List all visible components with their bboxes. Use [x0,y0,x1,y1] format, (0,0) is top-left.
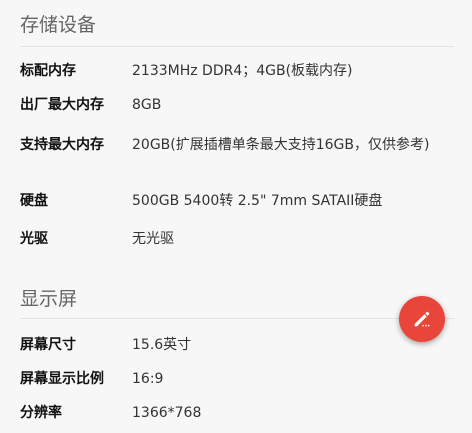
spec-label: 硬盘 [20,193,48,209]
spec-label: 屏幕尺寸 [20,337,76,353]
spec-value: 20GB(扩展插槽单条最大支持16GB，仅供参考) [132,137,430,153]
section-title-storage: 存储设备 [20,14,97,36]
spec-value: 8GB [132,97,162,113]
spec-label: 分辨率 [20,405,62,421]
spec-row-standard-memory: 标配内存 2133MHz DDR4；4GB(板载内存) [20,60,454,82]
section-divider [20,46,454,47]
section-title-display: 显示屏 [20,288,78,310]
spec-row-factory-max-memory: 出厂最大内存 8GB [20,94,454,116]
spec-row-aspect-ratio: 屏幕显示比例 16:9 [20,368,454,390]
spec-value: 1366*768 [132,405,202,421]
spec-label: 屏幕显示比例 [20,371,104,387]
spec-row-resolution: 分辨率 1366*768 [20,402,454,424]
spec-label: 光驱 [20,231,48,247]
spec-value: 16:9 [132,371,164,387]
edit-button[interactable] [399,296,445,342]
spec-value: 无光驱 [132,231,174,247]
spec-row-hard-disk: 硬盘 500GB 5400转 2.5" 7mm SATAII硬盘 [20,190,454,212]
spec-row-screen-size: 屏幕尺寸 15.6英寸 [20,334,454,356]
spec-label: 出厂最大内存 [20,97,104,113]
spec-label: 标配内存 [20,63,76,79]
spec-row-supported-max-memory: 支持最大内存 20GB(扩展插槽单条最大支持16GB，仅供参考) [20,134,454,156]
spec-label: 支持最大内存 [20,137,104,153]
section-divider [20,318,454,319]
spec-value: 15.6英寸 [132,337,192,353]
spec-value: 500GB 5400转 2.5" 7mm SATAII硬盘 [132,193,383,209]
spec-row-optical-drive: 光驱 无光驱 [20,228,454,250]
spec-value: 2133MHz DDR4；4GB(板载内存) [132,63,353,79]
edit-icon [414,311,430,327]
